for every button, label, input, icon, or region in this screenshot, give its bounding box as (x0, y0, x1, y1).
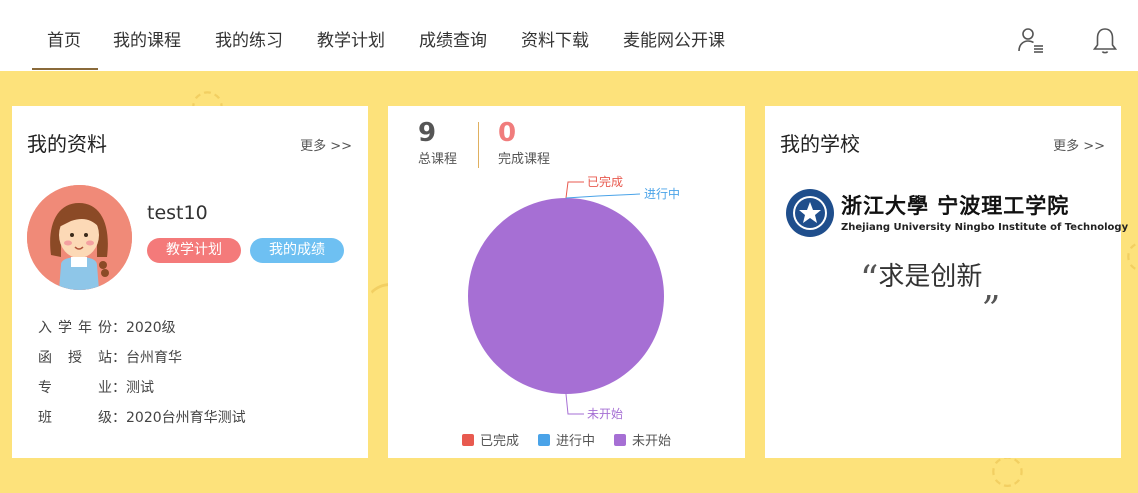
pie-label-line (565, 393, 584, 415)
stat-divider (478, 122, 479, 168)
info-row-study-center: 函 授 站：台州育华 (38, 347, 182, 367)
background-doodle: ◌ (1125, 231, 1138, 277)
nav-home[interactable]: 首页 (47, 26, 81, 51)
legend-item-not-started[interactable]: 未开始 (614, 430, 671, 449)
nav-open-courses[interactable]: 麦能网公开课 (623, 26, 725, 51)
nav-downloads[interactable]: 资料下载 (521, 26, 589, 51)
legend-swatch (538, 434, 550, 446)
nav-grade-query[interactable]: 成绩查询 (419, 26, 487, 51)
nav-active-indicator (32, 68, 98, 70)
legend-item-in-progress[interactable]: 进行中 (538, 430, 595, 449)
my-grades-button[interactable]: 我的成绩 (250, 238, 344, 263)
profile-more-link[interactable]: 更多 >> (300, 135, 352, 154)
school-motto: “求是创新„ (860, 256, 1001, 308)
pie-label-line (565, 181, 584, 199)
legend-item-completed[interactable]: 已完成 (462, 430, 519, 449)
nav-my-courses[interactable]: 我的课程 (113, 26, 181, 51)
legend-swatch (462, 434, 474, 446)
profile-card: 我的资料 更多 >> test10 教学计划 我的成绩 入学年份：2020级 函… (12, 106, 368, 458)
info-label: 函 授 站 (38, 350, 112, 366)
pie-slice-label: 未开始 (587, 407, 623, 421)
legend-label: 已完成 (480, 434, 520, 449)
pie-slice-label: 已完成 (587, 174, 623, 189)
total-courses-label: 总课程 (418, 152, 458, 167)
bell-icon[interactable] (1091, 26, 1119, 54)
top-nav: 首页 我的课程 我的练习 教学计划 成绩查询 资料下载 麦能网公开课 (0, 0, 1138, 71)
info-label: 入学年份 (38, 320, 112, 336)
nav-my-exercises[interactable]: 我的练习 (215, 26, 283, 51)
motto-text: 求是创新 (878, 262, 983, 292)
quote-open: “ (860, 259, 879, 300)
nav-teaching-plan[interactable]: 教学计划 (317, 26, 385, 51)
avatar (27, 185, 132, 290)
completed-courses-count: 0 (498, 118, 517, 148)
legend-swatch (614, 434, 626, 446)
school-name-chinese: 浙江大學 宁波理工学院 (841, 193, 1070, 218)
quote-close: „ (982, 267, 1002, 308)
profile-card-title: 我的资料 (27, 132, 107, 156)
info-row-class: 班 级：2020台州育华测试 (38, 407, 246, 427)
school-more-link[interactable]: 更多 >> (1053, 135, 1105, 154)
school-name-english: Zhejiang University Ningbo Institute of … (841, 222, 1129, 233)
university-emblem (785, 188, 835, 242)
pie-label-line (565, 193, 641, 199)
info-value: ：2020级 (112, 320, 176, 336)
info-value: ：台州育华 (112, 350, 182, 366)
course-progress-pie-chart: 已完成进行中未开始 (468, 174, 680, 421)
completed-courses-label: 完成课程 (498, 152, 551, 167)
info-label: 班 级 (38, 410, 112, 426)
info-row-enrollment-year: 入学年份：2020级 (38, 317, 176, 337)
info-value: ：2020台州育华测试 (112, 410, 246, 426)
legend-label: 未开始 (632, 434, 672, 449)
legend-label: 进行中 (556, 434, 596, 449)
info-row-major: 专 业：测试 (38, 377, 154, 397)
school-card-title: 我的学校 (780, 132, 860, 156)
info-value: ：测试 (112, 380, 154, 396)
user-list-icon[interactable] (1017, 26, 1045, 54)
pie-slice[interactable] (468, 198, 664, 394)
pie-slice-label: 进行中 (644, 186, 680, 201)
school-card: 我的学校 更多 >> 浙江大學 宁波理工学院 Zhejiang Universi… (765, 106, 1128, 458)
username: test10 (147, 202, 208, 224)
course-stats-card: 9 总课程 0 完成课程 已完成 进行中 未开始 已完成 进行中 未开始 (388, 106, 745, 458)
teaching-plan-button[interactable]: 教学计划 (147, 238, 241, 263)
info-label: 专 业 (38, 380, 112, 396)
total-courses-count: 9 (418, 118, 437, 148)
